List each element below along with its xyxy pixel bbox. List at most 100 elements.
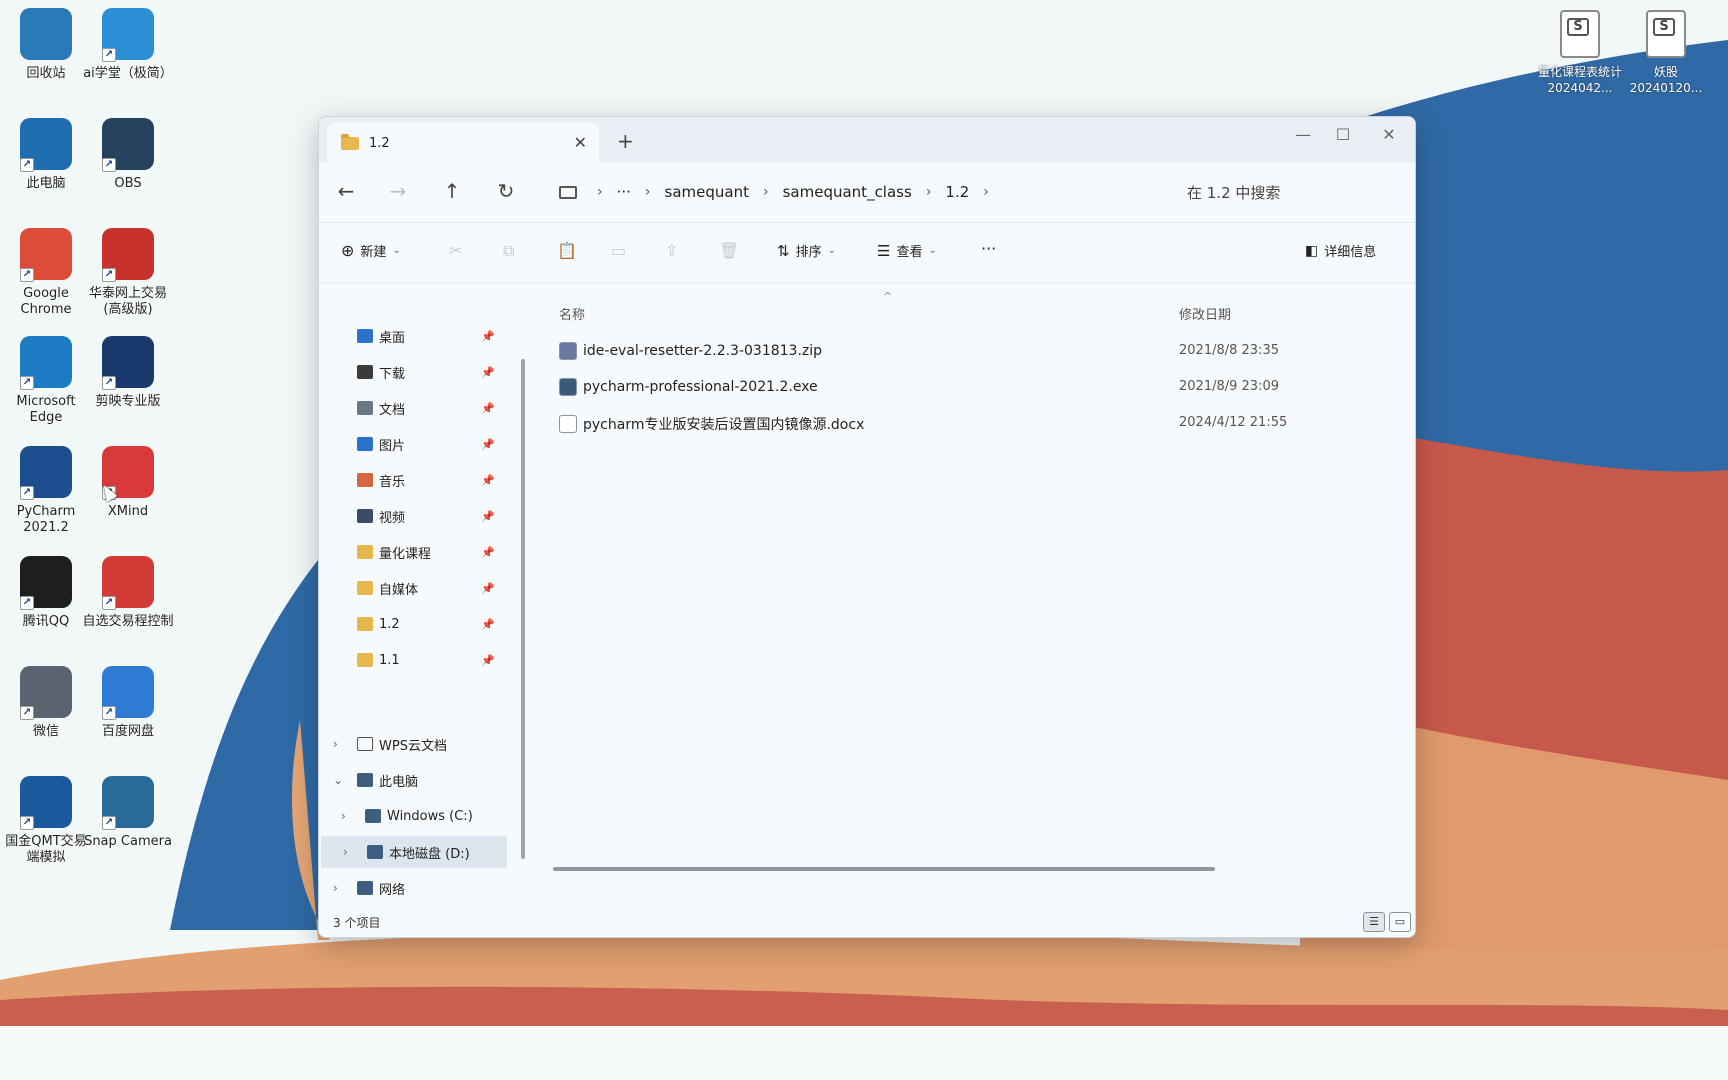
sidebar-item-quick-access[interactable]: 1.1 📌 xyxy=(319,644,511,676)
desktop-icon[interactable]: ↗ Google Chrome xyxy=(0,228,92,318)
expand-chevron-icon[interactable]: › xyxy=(333,737,338,751)
cut-icon[interactable]: ✂ xyxy=(449,241,462,260)
delete-icon[interactable]: 🗑 xyxy=(719,241,739,260)
wechat-icon: ↗ xyxy=(20,666,72,720)
desktop-icon[interactable]: ↗ ai学堂（极简） xyxy=(82,8,174,82)
details-view-button[interactable]: ☰ xyxy=(1363,912,1385,932)
column-header-modified[interactable]: 修改日期 xyxy=(1179,304,1231,323)
sidebar-item-quick-access[interactable]: 文档 📌 xyxy=(319,392,511,424)
forward-button[interactable]: → xyxy=(383,179,413,203)
pin-icon: 📌 xyxy=(481,365,495,379)
desktop-icon[interactable]: ↗ PyCharm 2021.2 xyxy=(0,446,92,536)
expand-chevron-icon[interactable]: ⌄ xyxy=(333,773,343,787)
paste-icon[interactable]: 📋 xyxy=(557,241,577,260)
sidebar-tree-item[interactable]: ⌄ 此电脑 xyxy=(319,764,511,796)
chevron-right-icon[interactable]: › xyxy=(983,184,989,200)
monitor-icon[interactable] xyxy=(559,185,577,199)
copy-icon[interactable]: ⧉ xyxy=(503,241,514,261)
more-options-button[interactable]: ··· xyxy=(981,239,996,258)
desktop-icon[interactable]: ↗ 华泰网上交易(高级版) xyxy=(82,228,174,318)
desktop-icon[interactable]: ↗ 此电脑 xyxy=(0,118,92,192)
up-button[interactable]: ↑ xyxy=(437,179,467,203)
share-icon[interactable]: ⇪ xyxy=(665,241,678,260)
tiles-view-button[interactable]: ▭ xyxy=(1389,912,1411,932)
desktop-icon[interactable]: ↗ 微信 xyxy=(0,666,92,740)
desktop-icon[interactable]: ↗ OBS xyxy=(82,118,174,192)
desktop-icon[interactable]: 回收站 xyxy=(0,8,92,82)
qq-icon: ↗ xyxy=(20,556,72,610)
refresh-button[interactable]: ↻ xyxy=(491,179,521,203)
breadcrumb-more[interactable]: ··· xyxy=(617,183,631,201)
desktop-icon-label: 百度网盘 xyxy=(101,724,154,739)
file-row[interactable]: pycharm专业版安装后设置国内镜像源.docx 2024/4/12 21:55 xyxy=(537,408,1397,440)
command-bar: ⊕ 新建 ⌄ ✂ ⧉ 📋 ▭ ⇪ 🗑 ⇅ 排序 ⌄ ☰ 查看 ⌄ ··· ◧ 详… xyxy=(319,223,1415,283)
search-input[interactable]: 在 1.2 中搜索 xyxy=(1177,173,1405,211)
desktop-icon[interactable]: ↗ 自选交易程控制 xyxy=(82,556,174,630)
sidebar-item-quick-access[interactable]: 下载 📌 xyxy=(319,356,511,388)
minimize-button[interactable]: — xyxy=(1283,125,1323,144)
sidebar-item-quick-access[interactable]: 图片 📌 xyxy=(319,428,511,460)
horizontal-scrollbar[interactable] xyxy=(553,867,1215,871)
new-tab-button[interactable]: + xyxy=(617,129,634,153)
sidebar-item-quick-access[interactable]: 1.2 📌 xyxy=(319,608,511,640)
sort-button[interactable]: ⇅ 排序 ⌄ xyxy=(777,241,836,261)
chevron-right-icon[interactable]: › xyxy=(926,184,932,200)
details-pane-button[interactable]: ◧ 详细信息 xyxy=(1305,241,1377,261)
breadcrumb-item-samequant[interactable]: samequant xyxy=(665,183,749,201)
desktop-icon-label: 华泰网上交易(高级版) xyxy=(88,286,167,317)
sidebar-tree-item[interactable]: › Windows (C:) xyxy=(319,800,511,832)
chevron-right-icon[interactable]: › xyxy=(597,184,603,200)
column-header-name[interactable]: 名称 xyxy=(559,304,585,323)
breadcrumb-item-current[interactable]: 1.2 xyxy=(945,183,969,201)
shortcut-arrow-icon: ↗ xyxy=(102,268,116,282)
maximize-button[interactable]: ☐ xyxy=(1323,125,1363,144)
sidebar-item-quick-access[interactable]: 量化课程 📌 xyxy=(319,536,511,568)
file-row[interactable]: ide-eval-resetter-2.2.3-031813.zip 2021/8… xyxy=(537,336,1397,368)
desktop-file-stocks[interactable]: S 妖股20240120... xyxy=(1620,10,1712,96)
chrome-icon: ↗ xyxy=(20,228,72,282)
desktop-icon[interactable]: ↗ 百度网盘 xyxy=(82,666,174,740)
view-label: 查看 xyxy=(896,245,923,260)
desktop-icon-label: ai学堂（极简） xyxy=(83,66,173,81)
trading-icon: ↗ xyxy=(102,228,154,282)
file-name: pycharm专业版安装后设置国内镜像源.docx xyxy=(583,417,865,433)
back-button[interactable]: ← xyxy=(331,179,361,203)
chevron-right-icon[interactable]: › xyxy=(763,184,769,200)
pin-icon: 📌 xyxy=(481,437,495,451)
pin-icon: 📌 xyxy=(481,401,495,415)
expand-chevron-icon[interactable]: › xyxy=(333,881,338,895)
rename-icon[interactable]: ▭ xyxy=(611,241,626,260)
desktop-icon[interactable]: ↗ 腾讯QQ xyxy=(0,556,92,630)
sidebar-item-quick-access[interactable]: 自媒体 📌 xyxy=(319,572,511,604)
sidebar-tree-item[interactable]: › 网络 xyxy=(319,872,511,904)
desktop-icon[interactable]: ↗ XMind xyxy=(82,446,174,520)
navigation-scrollbar[interactable] xyxy=(521,359,525,859)
sidebar-item-quick-access[interactable]: 视频 📌 xyxy=(319,500,511,532)
desktop-icon[interactable]: ↗ Snap Camera xyxy=(82,776,174,850)
file-row[interactable]: pycharm-professional-2021.2.exe 2021/8/9 … xyxy=(537,372,1397,404)
expand-chevron-icon[interactable]: › xyxy=(343,845,348,859)
desktop-icon[interactable]: ↗ 剪映专业版 xyxy=(82,336,174,410)
sort-icon: ⇅ xyxy=(777,241,790,260)
desktop-icon[interactable]: ↗ Microsoft Edge xyxy=(0,336,92,426)
plus-circle-icon: ⊕ xyxy=(341,241,355,260)
shortcut-arrow-icon: ↗ xyxy=(102,706,116,720)
new-button[interactable]: ⊕ 新建 ⌄ xyxy=(341,241,401,260)
close-window-button[interactable]: ✕ xyxy=(1369,125,1409,144)
shortcut-arrow-icon: ↗ xyxy=(102,816,116,830)
tab-current-folder[interactable]: 1.2 ✕ xyxy=(327,123,599,163)
breadcrumb-item-samequant-class[interactable]: samequant_class xyxy=(783,183,912,201)
details-label: 详细信息 xyxy=(1324,245,1377,260)
sidebar-tree-item[interactable]: › WPS云文档 xyxy=(319,728,511,760)
view-button[interactable]: ☰ 查看 ⌄ xyxy=(877,241,937,261)
chevron-right-icon[interactable]: › xyxy=(645,184,651,200)
sidebar-tree-item[interactable]: › 本地磁盘 (D:) xyxy=(321,836,507,868)
sidebar-item-quick-access[interactable]: 音乐 📌 xyxy=(319,464,511,496)
tab-close-button[interactable]: ✕ xyxy=(574,133,587,152)
play-icon: ↗ xyxy=(102,556,154,610)
chevron-down-icon: ⌄ xyxy=(827,245,836,256)
desktop-icon[interactable]: ↗ 国金QMT交易端模拟 xyxy=(0,776,92,866)
desktop-file-schedule[interactable]: S 量化课程表统计2024042... xyxy=(1534,10,1626,96)
expand-chevron-icon[interactable]: › xyxy=(341,809,346,823)
sidebar-item-quick-access[interactable]: 桌面 📌 xyxy=(319,320,511,352)
